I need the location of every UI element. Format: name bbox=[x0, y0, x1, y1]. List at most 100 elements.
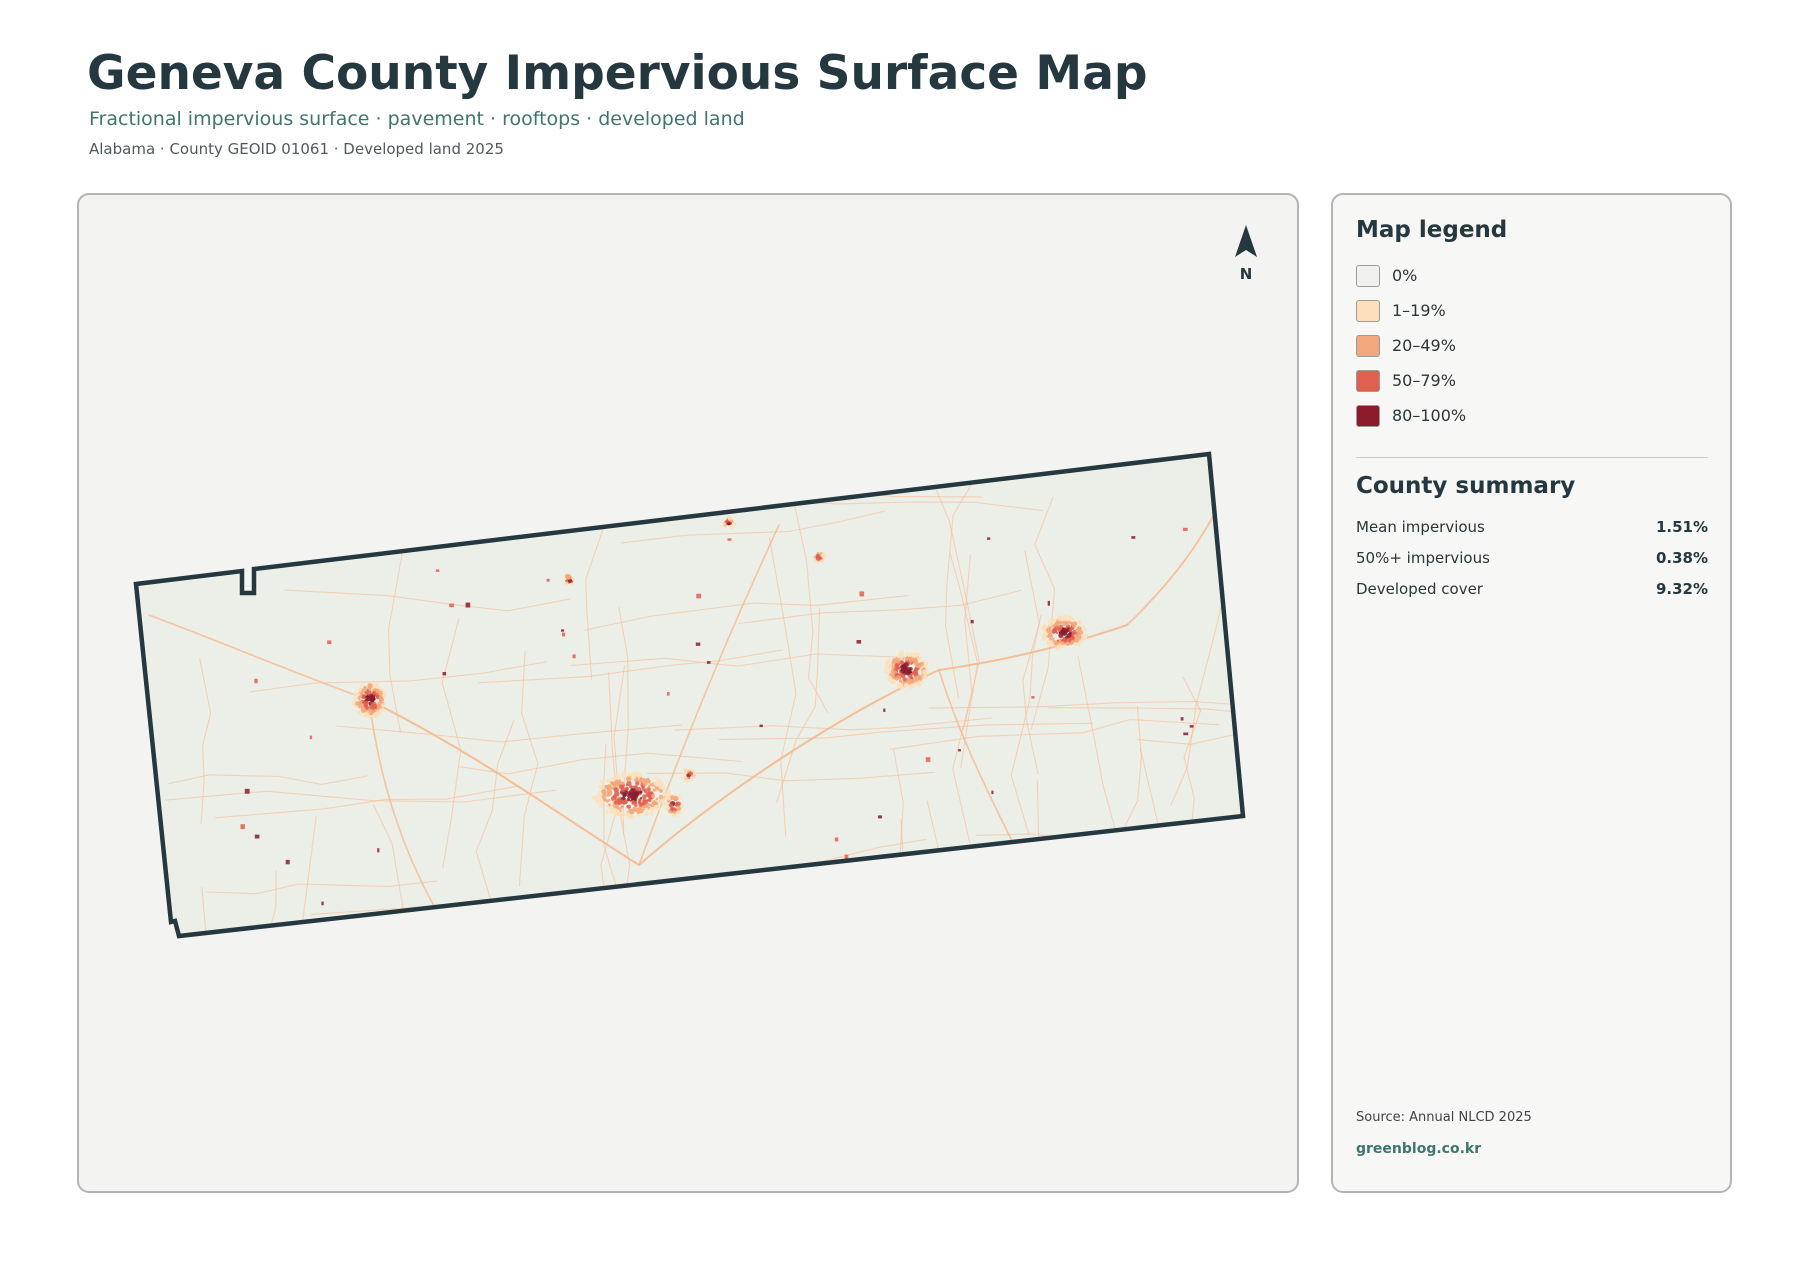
developed-pixel bbox=[1065, 641, 1070, 646]
developed-pixel bbox=[639, 779, 643, 783]
developed-pixel bbox=[376, 684, 379, 687]
stat-value: 0.38% bbox=[1655, 549, 1708, 567]
developed-pixel bbox=[655, 801, 659, 806]
developed-pixel bbox=[1061, 641, 1065, 645]
developed-pixel bbox=[906, 658, 909, 661]
developed-pixel bbox=[895, 657, 899, 661]
developed-pixel bbox=[620, 805, 625, 809]
developed-pixel bbox=[366, 696, 372, 702]
developed-pixel bbox=[1049, 637, 1053, 641]
developed-pixel bbox=[364, 691, 367, 694]
developed-pixel bbox=[728, 517, 731, 520]
developed-speck bbox=[377, 848, 380, 853]
developed-pixel bbox=[1072, 618, 1075, 621]
developed-pixel bbox=[638, 809, 642, 813]
developed-speck bbox=[786, 870, 790, 875]
summary-heading: County summary bbox=[1356, 473, 1576, 499]
developed-pixel bbox=[617, 781, 621, 785]
stat-value: 1.51% bbox=[1655, 518, 1708, 536]
developed-speck bbox=[442, 672, 447, 676]
developed-speck bbox=[1121, 907, 1124, 911]
county-area[interactable] bbox=[136, 454, 1243, 936]
developed-pixel bbox=[360, 684, 363, 687]
developed-speck bbox=[561, 629, 565, 632]
developed-pixel bbox=[917, 657, 921, 661]
developed-pixel bbox=[645, 804, 650, 809]
developed-pixel bbox=[888, 663, 892, 668]
developed-pixel bbox=[629, 784, 632, 788]
developed-pixel bbox=[1048, 633, 1053, 638]
local-road bbox=[1110, 842, 1243, 863]
developed-pixel bbox=[815, 555, 821, 561]
developed-pixel bbox=[1083, 633, 1088, 638]
developed-pixel bbox=[615, 779, 618, 782]
developed-pixel bbox=[591, 795, 598, 801]
developed-speck bbox=[240, 824, 245, 830]
developed-pixel bbox=[905, 652, 908, 654]
developed-pixel bbox=[632, 788, 636, 792]
developed-pixel bbox=[617, 774, 621, 777]
developed-speck bbox=[427, 483, 431, 488]
developed-speck bbox=[1189, 725, 1194, 728]
developed-pixel bbox=[625, 813, 628, 817]
stat-label: Developed cover bbox=[1356, 580, 1483, 598]
legend-label: 50–79% bbox=[1392, 371, 1456, 390]
developed-pixel bbox=[651, 793, 655, 798]
developed-pixel bbox=[569, 582, 574, 586]
developed-pixel bbox=[655, 776, 658, 780]
developed-pixel bbox=[607, 791, 610, 794]
developed-pixel bbox=[629, 808, 635, 815]
developed-speck bbox=[991, 790, 994, 795]
developed-speck bbox=[987, 537, 991, 540]
developed-pixel bbox=[1062, 621, 1067, 627]
developed-speck bbox=[1047, 600, 1050, 606]
map-panel[interactable]: N bbox=[77, 193, 1299, 1193]
stat-label: 50%+ impervious bbox=[1356, 549, 1490, 567]
developed-pixel bbox=[683, 771, 686, 774]
developed-pixel bbox=[635, 781, 640, 786]
developed-pixel bbox=[646, 787, 651, 792]
legend-label: 20–49% bbox=[1392, 336, 1456, 355]
developed-pixel bbox=[369, 705, 374, 709]
developed-pixel bbox=[913, 675, 919, 681]
developed-pixel bbox=[689, 771, 693, 776]
developed-pixel bbox=[599, 803, 604, 808]
developed-pixel bbox=[657, 782, 662, 787]
developed-pixel bbox=[889, 673, 892, 677]
developed-pixel bbox=[655, 805, 661, 811]
developed-pixel bbox=[355, 692, 361, 697]
developed-pixel bbox=[1077, 626, 1082, 631]
developed-pixel bbox=[648, 784, 651, 788]
developed-pixel bbox=[639, 790, 643, 794]
developed-pixel bbox=[1057, 627, 1062, 632]
developed-speck bbox=[1195, 864, 1199, 868]
developed-speck bbox=[834, 837, 839, 842]
developed-pixel bbox=[655, 786, 660, 791]
developed-speck bbox=[706, 661, 711, 664]
developed-pixel bbox=[1082, 627, 1087, 632]
developed-pixel bbox=[675, 801, 681, 807]
north-label: N bbox=[1240, 265, 1253, 283]
developed-pixel bbox=[664, 801, 667, 804]
local-road bbox=[448, 915, 480, 936]
developed-speck bbox=[449, 603, 454, 608]
developed-pixel bbox=[605, 810, 609, 813]
developed-pixel bbox=[905, 670, 909, 674]
legend-swatch bbox=[1356, 370, 1380, 392]
developed-pixel bbox=[908, 679, 914, 685]
developed-pixel bbox=[377, 703, 382, 707]
developed-pixel bbox=[637, 813, 641, 817]
legend-swatch bbox=[1356, 300, 1380, 322]
developed-pixel bbox=[662, 803, 665, 806]
developed-pixel bbox=[1048, 618, 1053, 624]
developed-speck bbox=[321, 901, 324, 906]
developed-pixel bbox=[362, 694, 366, 698]
site-link[interactable]: greenblog.co.kr bbox=[1356, 1141, 1481, 1157]
legend-panel: Map legend 0% 1–19% 20–49% 50–79% 80–100… bbox=[1331, 193, 1732, 1193]
developed-speck bbox=[1182, 527, 1188, 531]
developed-pixel bbox=[910, 673, 913, 676]
county-map[interactable]: N bbox=[79, 195, 1299, 1193]
developed-pixel bbox=[602, 797, 605, 800]
developed-pixel bbox=[618, 800, 623, 805]
developed-speck bbox=[1010, 896, 1015, 899]
